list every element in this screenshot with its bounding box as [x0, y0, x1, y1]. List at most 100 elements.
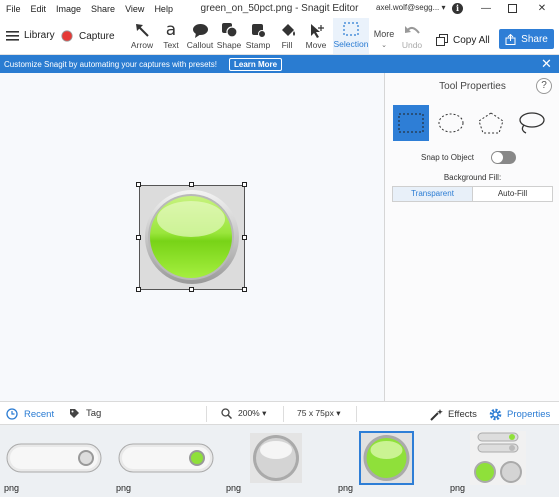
copy-all-button[interactable]: Copy All — [436, 34, 490, 46]
tag-icon — [70, 409, 79, 418]
magic-wand-icon — [430, 409, 443, 421]
canvas[interactable] — [0, 73, 384, 401]
presets-banner: Customize Snagit by automating your capt… — [0, 55, 559, 73]
lasso-selection-button[interactable] — [513, 105, 549, 141]
toggle-off-thumbnail — [6, 443, 102, 473]
library-button[interactable]: Library — [6, 30, 55, 41]
toggle-knob — [492, 152, 503, 163]
gray-orb-thumbnail — [250, 433, 302, 483]
share-label: Share — [521, 33, 548, 45]
image-size-control[interactable]: 75 x 75px ▾ — [297, 408, 341, 419]
resize-handle-nw[interactable] — [136, 182, 141, 187]
menu-bar: File Edit Image Share View Help — [0, 4, 183, 14]
menu-view[interactable]: View — [125, 4, 144, 14]
menu-edit[interactable]: Edit — [31, 4, 47, 14]
tag-label: Tag — [86, 408, 102, 419]
recent-button[interactable]: Recent — [6, 408, 54, 420]
menu-image[interactable]: Image — [56, 4, 81, 14]
resize-handle-w[interactable] — [136, 235, 141, 240]
clock-icon — [6, 408, 18, 420]
arrow-icon — [136, 24, 149, 37]
effects-label: Effects — [448, 409, 477, 420]
fill-option-transparent[interactable]: Transparent — [393, 187, 472, 201]
menu-help[interactable]: Help — [154, 4, 173, 14]
divider — [206, 406, 207, 422]
menu-file[interactable]: File — [6, 4, 21, 14]
capture-button[interactable]: Capture — [61, 30, 115, 42]
copy-icon — [436, 34, 448, 46]
tray-item-label: png — [226, 483, 242, 493]
selection-box[interactable] — [139, 185, 245, 290]
text-a-icon: a — [165, 20, 177, 40]
help-icon[interactable]: ? — [536, 78, 552, 94]
toggle-on-thumbnail — [118, 443, 214, 473]
minimize-button[interactable]: — — [477, 2, 495, 15]
divider — [283, 406, 284, 422]
fill-option-auto-fill[interactable]: Auto-Fill — [472, 187, 552, 201]
chevron-down-icon: ⌄ — [381, 42, 387, 49]
tray-item-green-orb-selected[interactable] — [359, 431, 414, 485]
learn-more-button[interactable]: Learn More — [229, 57, 283, 71]
copy-all-label: Copy All — [453, 34, 490, 46]
magnifier-icon — [221, 408, 232, 419]
shape-icon — [221, 23, 238, 38]
banner-close-icon[interactable]: ✕ — [541, 56, 552, 72]
recent-label: Recent — [24, 408, 55, 420]
recent-captures-tray: png png png png png — [0, 425, 559, 497]
close-button[interactable]: ✕ — [533, 2, 551, 15]
resize-handle-se[interactable] — [242, 287, 247, 292]
undo-button[interactable]: Undo — [397, 19, 427, 53]
undo-label: Undo — [401, 40, 423, 50]
share-button[interactable]: Share — [499, 29, 554, 49]
tray-item-button-set[interactable] — [470, 431, 526, 487]
dashed-selection-icon — [343, 22, 359, 36]
resize-handle-s[interactable] — [189, 287, 194, 292]
divider — [356, 406, 357, 422]
polygon-marquee-icon — [478, 112, 504, 134]
rectangle-selection-button[interactable] — [393, 105, 429, 141]
menu-share[interactable]: Share — [91, 4, 115, 14]
paint-bucket-icon — [281, 23, 295, 36]
panel-title: Tool Properties — [439, 81, 506, 92]
bottom-bar: Recent Tag 200% ▾ 75 x 75px ▾ Effects Pr… — [0, 401, 559, 425]
ellipse-selection-button[interactable] — [433, 105, 469, 141]
gear-icon — [489, 408, 502, 421]
resize-handle-n[interactable] — [189, 182, 194, 187]
maximize-button[interactable] — [503, 2, 521, 15]
info-icon[interactable]: i — [452, 3, 463, 14]
zoom-level: 200% ▾ — [238, 408, 267, 418]
tray-item-label: png — [116, 483, 132, 493]
undo-icon — [404, 26, 420, 34]
button-set-thumbnail — [470, 431, 526, 485]
tray-item-toggle-gray[interactable] — [6, 443, 102, 475]
snagit-editor-window: File Edit Image Share View Help green_on… — [0, 0, 559, 497]
callout-icon — [192, 23, 208, 38]
background-fill-label: Background Fill: — [443, 173, 502, 182]
move-cursor-icon — [310, 23, 324, 38]
properties-button[interactable]: Properties — [489, 408, 550, 421]
resize-handle-sw[interactable] — [136, 287, 141, 292]
tag-button[interactable]: Tag — [69, 408, 101, 419]
snap-to-object-toggle[interactable] — [491, 151, 516, 164]
library-label: Library — [24, 30, 55, 41]
tray-item-label: png — [4, 483, 20, 493]
selection-label: Selection — [333, 39, 369, 49]
snap-to-object-label: Snap to Object — [421, 153, 474, 162]
background-fill-selector: Transparent Auto-Fill — [392, 186, 553, 202]
tray-item-gray-orb[interactable] — [250, 433, 302, 485]
green-orb-thumbnail — [361, 433, 412, 483]
stamp-icon — [251, 24, 266, 38]
resize-handle-ne[interactable] — [242, 182, 247, 187]
tray-item-label: png — [450, 483, 466, 493]
freehand-polygon-button[interactable] — [473, 105, 509, 141]
tray-item-toggle-green[interactable] — [118, 443, 214, 475]
image-size: 75 x 75px ▾ — [297, 408, 341, 418]
resize-handle-e[interactable] — [242, 235, 247, 240]
maximize-icon — [507, 4, 517, 13]
zoom-control[interactable]: 200% ▾ — [221, 408, 266, 419]
effects-button[interactable]: Effects — [430, 408, 477, 421]
share-upload-icon — [505, 33, 516, 45]
record-icon — [61, 30, 73, 42]
account-menu[interactable]: axel.wolf@segg... ▾ — [376, 3, 446, 12]
hamburger-icon — [6, 30, 19, 41]
